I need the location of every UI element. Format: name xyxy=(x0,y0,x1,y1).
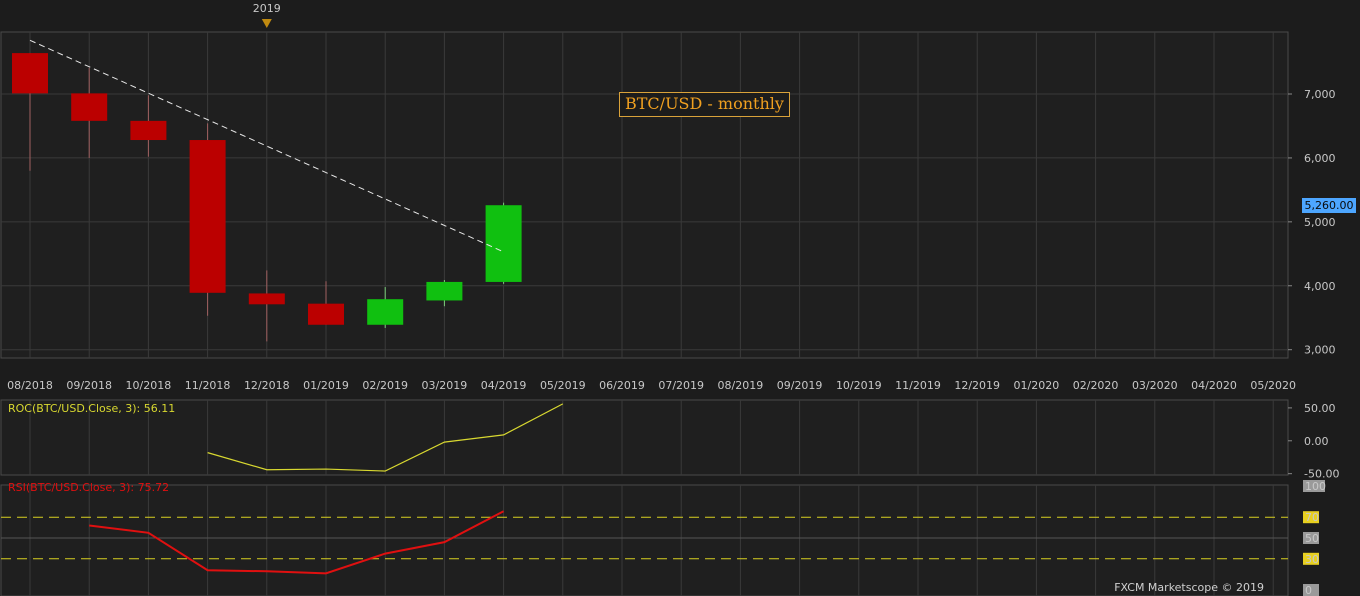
candle-up xyxy=(367,299,404,325)
candle-down xyxy=(308,303,344,325)
x-tick-label: 04/2020 xyxy=(1191,379,1237,392)
x-tick-label: 09/2018 xyxy=(66,379,112,392)
x-tick-label: 01/2019 xyxy=(303,379,349,392)
chart-canvas: 3,000 4,000 5,000 6,000 7,000 08/2018 09/2018 1… xyxy=(0,0,1360,596)
candle-up xyxy=(485,205,522,282)
candle-up xyxy=(426,281,463,301)
x-tick-label: 12/2019 xyxy=(954,379,1000,392)
x-tick-label: 03/2020 xyxy=(1132,379,1178,392)
year-marker-label: 2019 xyxy=(253,2,281,15)
x-tick-label: 01/2020 xyxy=(1014,379,1060,392)
chart-title: BTC/USD - monthly xyxy=(619,92,790,117)
rsi-tick-label: 100 xyxy=(1305,480,1326,493)
x-tick-label: 02/2020 xyxy=(1073,379,1119,392)
x-tick-label: 11/2019 xyxy=(895,379,941,392)
candle-down xyxy=(71,93,108,121)
roc-tick-label: -50.00 xyxy=(1304,468,1339,481)
rsi-panel xyxy=(0,484,1289,596)
price-tick-label: 7,000 xyxy=(1304,88,1336,101)
footer-copyright: FXCM Marketscope © 2019 xyxy=(1114,581,1264,594)
x-tick-label: 08/2019 xyxy=(718,379,764,392)
x-tick-label: 05/2020 xyxy=(1250,379,1296,392)
x-tick-label: 06/2019 xyxy=(599,379,645,392)
x-tick-label: 11/2018 xyxy=(185,379,231,392)
rsi-tick-label: 30 xyxy=(1305,553,1319,566)
roc-tick-label: 50.00 xyxy=(1304,402,1336,415)
rsi-tick-label: 70 xyxy=(1305,511,1319,524)
x-tick-label: 04/2019 xyxy=(481,379,527,392)
candle-down xyxy=(189,140,226,293)
roc-tick-label: 0.00 xyxy=(1304,435,1329,448)
last-price-tag: 5,260.00 xyxy=(1302,198,1356,213)
roc-panel xyxy=(0,399,1289,476)
rsi-tick-label: 0 xyxy=(1305,584,1312,596)
rsi-tick-label: 50 xyxy=(1305,532,1319,545)
price-tick-label: 5,000 xyxy=(1304,216,1336,229)
candle-down xyxy=(248,293,285,305)
price-tick-label: 3,000 xyxy=(1304,344,1336,357)
price-tick-label: 6,000 xyxy=(1304,152,1336,165)
price-tick-label: 4,000 xyxy=(1304,280,1336,293)
x-tick-label: 02/2019 xyxy=(362,379,408,392)
roc-label: ROC(BTC/USD.Close, 3): 56.11 xyxy=(8,402,176,415)
x-tick-label: 07/2019 xyxy=(658,379,704,392)
x-tick-label: 08/2018 xyxy=(7,379,53,392)
x-tick-label: 12/2018 xyxy=(244,379,290,392)
x-tick-label: 10/2019 xyxy=(836,379,882,392)
x-tick-label: 10/2018 xyxy=(126,379,172,392)
x-tick-label: 05/2019 xyxy=(540,379,586,392)
rsi-label: RSI(BTC/USD.Close, 3): 75.72 xyxy=(8,481,170,494)
x-tick-label: 03/2019 xyxy=(422,379,468,392)
x-tick-label: 09/2019 xyxy=(777,379,823,392)
candle-down xyxy=(130,120,167,141)
candle-down xyxy=(12,53,48,94)
